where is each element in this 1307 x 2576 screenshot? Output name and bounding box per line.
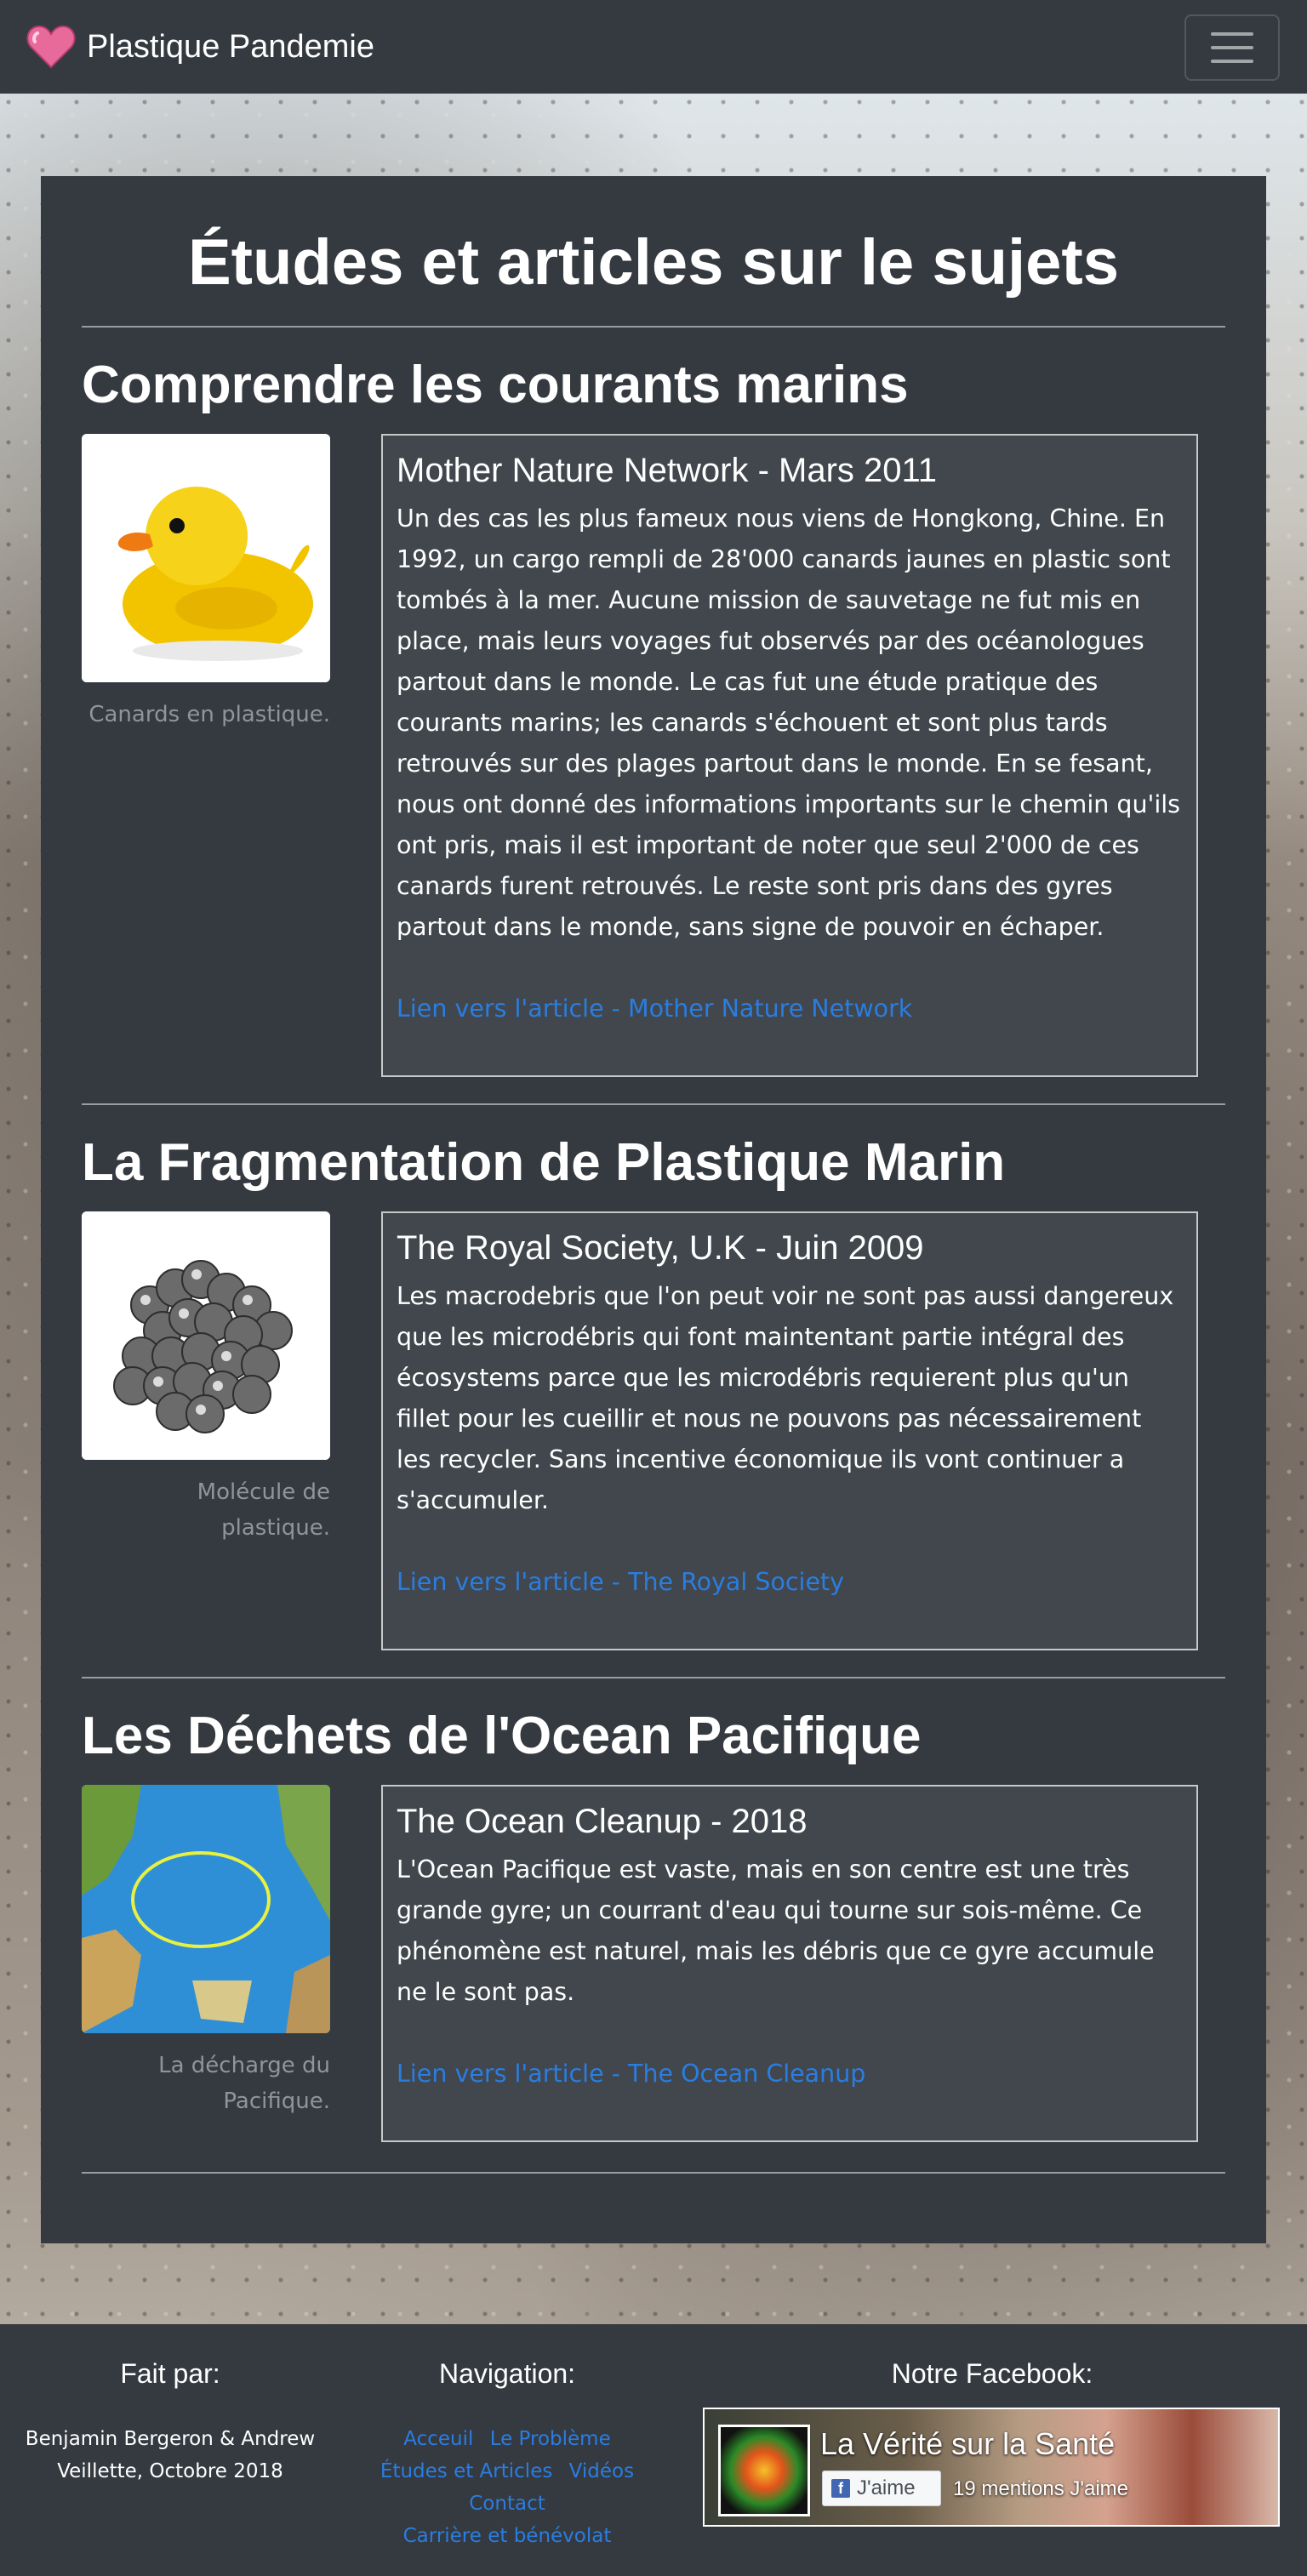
divider bbox=[82, 1677, 1225, 1678]
footer-link-carriere[interactable]: Carrière et bénévolat bbox=[403, 2525, 612, 2547]
footer-link-probleme[interactable]: Le Problème bbox=[490, 2428, 611, 2450]
article-summary: Les macrodebris que l'on peut voir ne so… bbox=[397, 1282, 1174, 1514]
heart-icon bbox=[26, 25, 76, 69]
plastic-molecule-image bbox=[82, 1211, 330, 1460]
footer-facebook-heading: Notre Facebook: bbox=[891, 2358, 1093, 2389]
article-link[interactable]: Lien vers l'article - The Ocean Cleanup bbox=[397, 2054, 1183, 2094]
brand-link[interactable]: Plastique Pandemie bbox=[26, 23, 374, 71]
footer-link-acceuil[interactable]: Acceuil bbox=[403, 2428, 473, 2450]
image-caption: La décharge du Pacifique. bbox=[158, 2053, 330, 2114]
navbar: Plastique Pandemie bbox=[0, 0, 1307, 94]
pacific-map-image bbox=[82, 1785, 330, 2033]
image-caption: Molécule de plastique. bbox=[197, 1479, 330, 1541]
article-link[interactable]: Lien vers l'article - Mother Nature Netw… bbox=[397, 989, 1183, 1029]
facebook-page-name[interactable]: La Vérité sur la Santé bbox=[820, 2426, 1115, 2462]
page-title: Études et articles sur le sujets bbox=[187, 226, 1120, 299]
article-link[interactable]: Lien vers l'article - The Royal Society bbox=[397, 1562, 1183, 1603]
footer-credits-heading: Fait par: bbox=[120, 2358, 220, 2389]
brand-name: Plastique Pandemie bbox=[87, 28, 374, 65]
rubber-duck-image bbox=[82, 434, 330, 682]
footer-authors: Benjamin Bergeron & Andrew Veillette, Oc… bbox=[0, 2423, 340, 2488]
article-source: The Royal Society, U.K - Juin 2009 bbox=[397, 1229, 924, 1267]
divider bbox=[82, 1103, 1225, 1105]
facebook-like-count: 19 mentions J'aime bbox=[953, 2477, 1129, 2500]
footer-link-videos[interactable]: Vidéos bbox=[569, 2460, 634, 2482]
article-summary: Un des cas les plus fameux nous viens de… bbox=[397, 504, 1181, 941]
article-summary: L'Ocean Pacifique est vaste, mais en son… bbox=[397, 1855, 1155, 2006]
facebook-like-button[interactable]: f J'aime bbox=[822, 2471, 941, 2506]
authors-line: Veillette, Octobre 2018 bbox=[57, 2460, 283, 2482]
article-card: Mother Nature Network - Mars 2011 Un des… bbox=[381, 434, 1198, 1077]
section-title-pacifique: Les Déchets de l'Ocean Pacifique bbox=[82, 1707, 922, 1765]
article-card: The Ocean Cleanup - 2018 L'Ocean Pacifiq… bbox=[381, 1785, 1198, 2142]
footer: Fait par: Benjamin Bergeron & Andrew Vei… bbox=[0, 2324, 1307, 2576]
hamburger-menu-icon[interactable] bbox=[1184, 14, 1280, 81]
image-caption: Canards en plastique. bbox=[88, 702, 330, 727]
section-title-fragmentation: La Fragmentation de Plastique Marin bbox=[82, 1133, 1006, 1192]
footer-nav-links: Acceuil Le Problème Études et Articles V… bbox=[337, 2423, 677, 2552]
footer-link-contact[interactable]: Contact bbox=[469, 2493, 545, 2515]
footer-nav-heading: Navigation: bbox=[438, 2358, 576, 2389]
footer-link-etudes[interactable]: Études et Articles bbox=[380, 2460, 552, 2482]
divider bbox=[82, 2172, 1225, 2174]
section-title-courants: Comprendre les courants marins bbox=[82, 356, 909, 414]
article-source: The Ocean Cleanup - 2018 bbox=[397, 1803, 808, 1840]
facebook-page-widget[interactable]: La Vérité sur la Santé f J'aime 19 menti… bbox=[703, 2408, 1280, 2527]
facebook-icon: f bbox=[831, 2479, 850, 2498]
authors-line: Benjamin Bergeron & Andrew bbox=[25, 2428, 316, 2450]
divider bbox=[82, 326, 1225, 328]
facebook-like-label: J'aime bbox=[857, 2476, 916, 2499]
facebook-page-avatar bbox=[718, 2425, 810, 2516]
articles-panel: Études et articles sur le sujets Compren… bbox=[41, 176, 1266, 2243]
article-source: Mother Nature Network - Mars 2011 bbox=[397, 452, 938, 489]
article-card: The Royal Society, U.K - Juin 2009 Les m… bbox=[381, 1211, 1198, 1650]
